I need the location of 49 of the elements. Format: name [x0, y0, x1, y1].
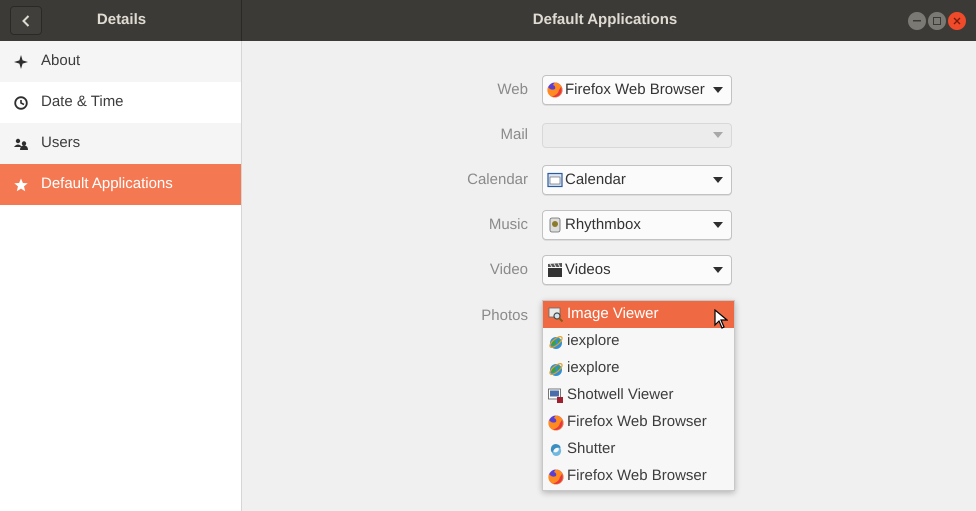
back-icon	[22, 14, 30, 26]
window-title: Default Applications	[532, 10, 678, 30]
earth-icon	[548, 360, 564, 376]
caret-icon	[713, 222, 723, 228]
swirl-icon	[548, 442, 564, 458]
speaker-icon	[547, 217, 563, 233]
fox-globe-icon	[547, 82, 563, 98]
calendar-icon	[547, 172, 563, 188]
menu-item[interactable]: Shotwell Viewer	[543, 382, 734, 409]
setting-label: Mail	[499, 124, 529, 145]
caret-icon	[713, 267, 723, 273]
image-magnifier-icon	[548, 306, 564, 322]
maximize-button[interactable]	[928, 12, 946, 30]
setting-label: Video	[488, 260, 529, 280]
earth-icon	[548, 334, 564, 350]
caret-icon	[713, 87, 723, 93]
close-button[interactable]	[948, 12, 966, 30]
sidebar-item[interactable]: Users	[0, 123, 241, 164]
star-icon	[14, 178, 28, 192]
app-dropdown[interactable]: Calendar	[542, 165, 732, 195]
setting-label: Photos	[480, 306, 529, 326]
caret-icon	[713, 132, 723, 138]
app-dropdown[interactable]: Rhythmbox	[542, 210, 732, 240]
fox-globe-icon	[548, 468, 564, 484]
people-icon	[14, 136, 28, 150]
minimize-icon	[913, 20, 921, 22]
caret-icon	[713, 177, 723, 183]
menu-item[interactable]: Shutter	[543, 436, 734, 463]
close-icon	[953, 16, 961, 24]
clapperboard-icon	[547, 262, 563, 278]
sparkle-icon	[14, 54, 28, 68]
menu-item[interactable]: iexplore	[543, 328, 734, 355]
setting-label: Web	[496, 80, 529, 100]
mouse-pointer-icon	[714, 309, 728, 329]
sidebar-item[interactable]: About	[0, 41, 241, 82]
setting-label: Music	[488, 214, 529, 235]
clock-icon	[14, 96, 28, 110]
setting-label: Calendar	[466, 170, 529, 190]
menu-item[interactable]: iexplore	[543, 355, 734, 382]
app-dropdown[interactable]: Videos	[542, 255, 732, 285]
menu-item[interactable]: Firefox Web Browser	[543, 409, 734, 436]
back-button[interactable]	[10, 6, 42, 35]
sidebar-title: Details	[96, 10, 148, 30]
minimize-button[interactable]	[908, 12, 926, 30]
photo-icon	[548, 388, 564, 404]
fox-globe-icon	[548, 414, 564, 430]
menu-item[interactable]: Firefox Web Browser	[543, 463, 734, 490]
app-dropdown[interactable]: Firefox Web Browser	[542, 75, 732, 105]
maximize-icon	[933, 16, 941, 24]
